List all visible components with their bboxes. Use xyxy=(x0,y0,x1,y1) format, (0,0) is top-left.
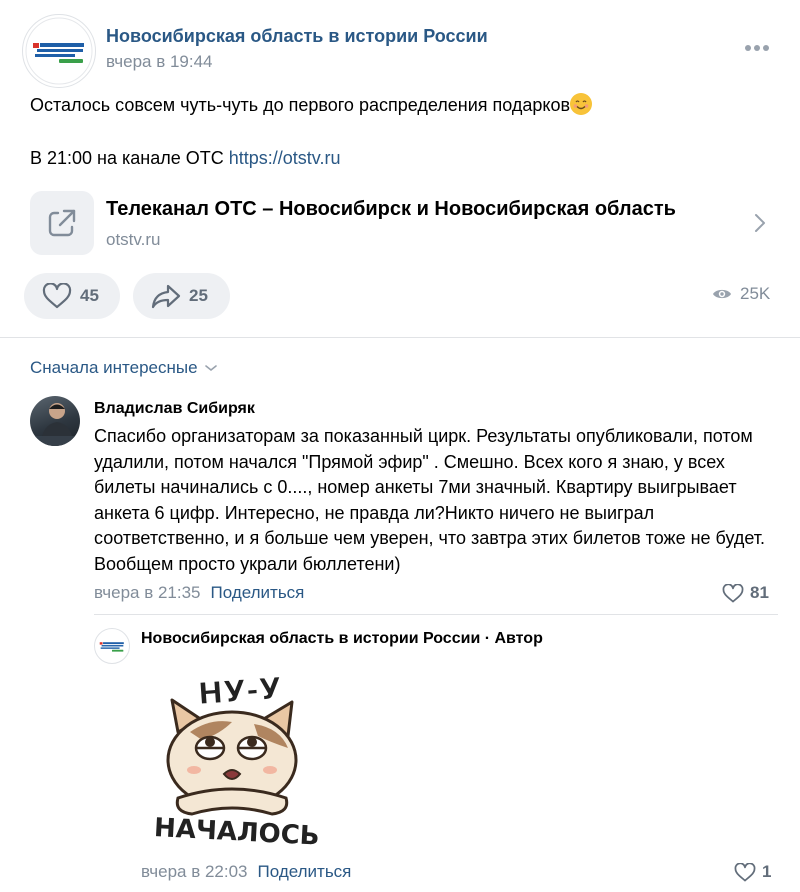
heart-icon xyxy=(734,862,756,881)
link-card-title[interactable]: Телеканал ОТС – Новосибирск и Новосибирс… xyxy=(106,198,676,221)
eye-icon xyxy=(713,289,731,299)
reply-share-link[interactable]: Поделиться xyxy=(258,862,352,881)
heart-icon xyxy=(722,583,744,602)
post-text-line1: Осталось совсем чуть-чуть до первого рас… xyxy=(30,95,571,115)
like-count: 45 xyxy=(80,286,99,305)
post-time[interactable]: вчера в 19:44 xyxy=(106,52,213,72)
cat-sticker: НУ-У НАЧАЛОСЬ xyxy=(150,662,320,852)
sort-label: Сначала интересные xyxy=(30,358,198,377)
comment-meta: вчера в 21:35 Поделиться xyxy=(94,583,304,603)
share-arrow-icon xyxy=(151,284,181,309)
smiling-face-emoji-icon xyxy=(570,93,593,115)
post-external-link[interactable]: https://otstv.ru xyxy=(229,148,341,168)
comment-author[interactable]: Владислав Сибиряк xyxy=(94,400,255,418)
post-text: Осталось совсем чуть-чуть до первого рас… xyxy=(30,92,593,119)
comments-sort-dropdown[interactable]: Сначала интересные xyxy=(30,358,218,378)
comment-like-count: 81 xyxy=(750,583,769,602)
link-card-domain: otstv.ru xyxy=(106,230,161,249)
external-link-icon[interactable] xyxy=(30,191,94,255)
sticker-text-bottom: НАЧАЛОСЬ xyxy=(153,813,320,852)
reply-meta: вчера в 22:03 Поделиться xyxy=(141,862,351,882)
more-options-icon[interactable] xyxy=(744,38,770,58)
group-name-link[interactable]: Новосибирская область в истории России xyxy=(106,26,488,47)
divider xyxy=(94,614,778,615)
divider xyxy=(0,337,800,338)
comment-like-button[interactable]: 81 xyxy=(722,583,769,603)
heart-icon xyxy=(42,283,72,309)
like-button[interactable]: 45 xyxy=(24,273,120,319)
comment-time[interactable]: вчера в 21:35 xyxy=(94,583,201,602)
reply-like-button[interactable]: 1 xyxy=(734,862,771,882)
post-text-prefix: В 21:00 на канале ОТС xyxy=(30,148,229,168)
views-count: 25K xyxy=(740,284,771,303)
avatar[interactable] xyxy=(30,396,80,446)
reply-author[interactable]: Новосибирская область в истории России ·… xyxy=(141,630,543,648)
avatar[interactable] xyxy=(94,628,130,664)
comment-text: Спасибо организаторам за показанный цирк… xyxy=(94,426,766,574)
group-avatar[interactable] xyxy=(22,14,96,88)
reply-like-count: 1 xyxy=(762,862,772,881)
post-text-line2: В 21:00 на канале ОТС https://otstv.ru xyxy=(30,148,340,169)
sticker-text-top: НУ-У xyxy=(197,671,283,712)
share-count: 25 xyxy=(189,286,208,305)
share-button[interactable]: 25 xyxy=(133,273,230,319)
reply-time[interactable]: вчера в 22:03 xyxy=(141,862,248,881)
views-counter: 25K xyxy=(712,284,770,304)
chevron-down-icon xyxy=(204,365,217,372)
chevron-right-icon[interactable] xyxy=(752,212,768,234)
comment-share-link[interactable]: Поделиться xyxy=(211,583,305,602)
